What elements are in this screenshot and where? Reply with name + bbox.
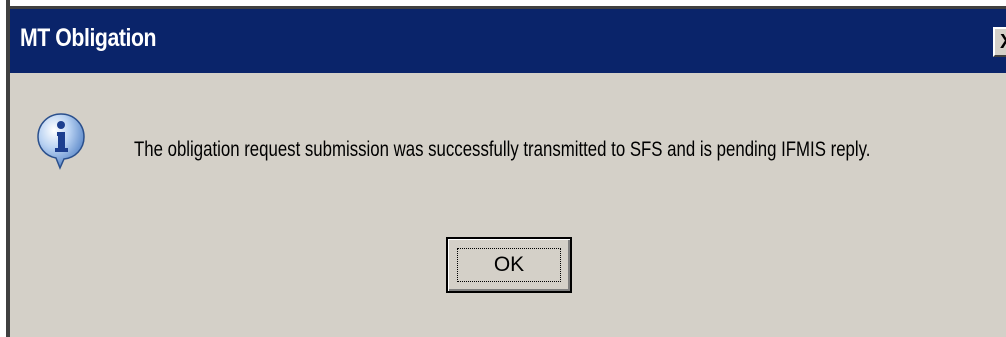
close-button[interactable]: X [993,27,1006,57]
info-icon [37,113,85,170]
ok-button-label: OK [493,253,525,276]
dialog-message: The obligation request submission was su… [134,138,871,161]
close-icon: X [1000,31,1006,53]
ok-button[interactable]: OK [446,237,572,293]
message-dialog: MT Obligation X The obligation request s… [0,0,1006,337]
title-bar[interactable]: MT Obligation X [10,9,1006,73]
dialog-title: MT Obligation [20,24,157,52]
